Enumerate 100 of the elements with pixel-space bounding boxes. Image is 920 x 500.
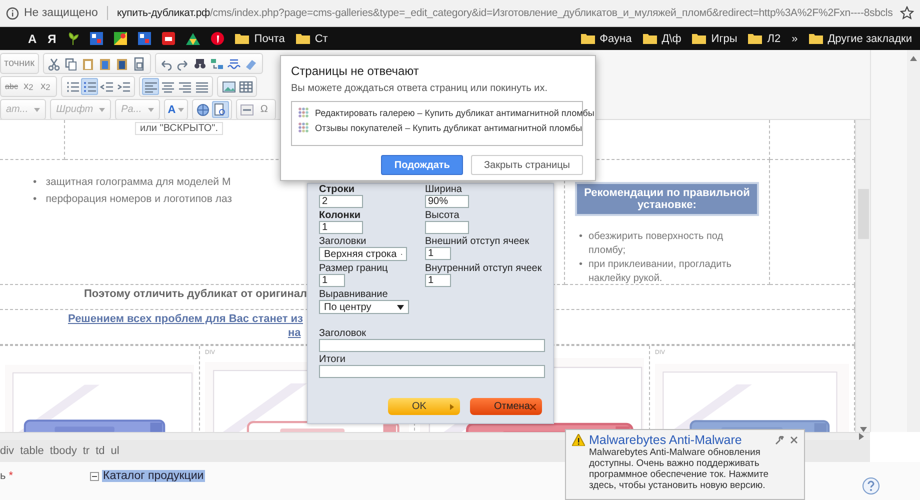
star-icon[interactable] — [900, 6, 914, 20]
more-bookmarks-button[interactable]: » — [792, 32, 798, 44]
field-label: Итоги — [319, 354, 346, 365]
justify-icon — [194, 80, 208, 94]
link[interactable]: Решением всех проблем для Вас станет из — [68, 312, 303, 326]
folder-icon — [748, 33, 762, 44]
help-icon[interactable] — [862, 477, 880, 495]
input-field[interactable] — [425, 221, 469, 234]
bookmark-folder[interactable]: Д\ф — [642, 32, 682, 44]
right-arrow-icon — [859, 433, 864, 440]
list-item: обезжирить поверхность под пломбу; — [588, 230, 724, 258]
field-label: ь — [0, 470, 6, 482]
binoculars-icon — [193, 56, 208, 70]
wave-icon — [227, 56, 242, 70]
text-color-button[interactable]: A — [166, 101, 185, 118]
close-icon — [530, 404, 536, 410]
input-field[interactable]: 1 — [319, 221, 363, 234]
folder-icon — [692, 33, 706, 44]
update-toast[interactable]: Malwarebytes Anti-Malware Malwarebytes Anti-Malware обновления доступны. Очень важно поддерживать программное обеспечение ток. Нажмите здесь, чтобы установить новую версию. — [565, 429, 805, 500]
bullet-mark: • — [579, 258, 583, 272]
field-label: Заголовок — [319, 328, 368, 339]
dropdown[interactable]: По центру — [319, 300, 409, 314]
input-field[interactable] — [319, 365, 545, 378]
swap-icon — [210, 56, 224, 70]
input-field[interactable]: 1 — [425, 274, 451, 287]
path-item[interactable]: td — [96, 445, 105, 457]
bullet-mark: • — [33, 175, 37, 190]
path-item[interactable]: tbody — [50, 445, 77, 457]
ok-button[interactable]: OK — [388, 398, 460, 415]
security-label[interactable]: Не защищено — [24, 7, 98, 19]
bookmark-link[interactable]: Я — [48, 32, 56, 46]
scrollbar[interactable] — [907, 50, 920, 432]
pin-icon[interactable] — [211, 32, 224, 45]
scrollbar[interactable] — [855, 120, 870, 432]
paragraph-text: или "ВСКРЫТО". — [135, 122, 224, 135]
down-arrow-icon — [860, 427, 866, 432]
table-icon — [238, 80, 252, 94]
address-field[interactable]: купить-дубликат.рф/cms/index.php?page=cms-galleries&type=_edit_category&id=Изготовление_дубликатов_и_муляжей_пломб&redirect=http%3A%2F%2Fxn----8sbcls — [116, 7, 895, 19]
tile-icon[interactable] — [138, 32, 152, 45]
page-title: Отзывы покупателей – Купить дубликат антимагнитной пломбы — [315, 122, 582, 132]
collapse-icon[interactable] — [90, 472, 99, 480]
input-field[interactable]: 2 — [319, 195, 363, 208]
align-left-icon — [144, 80, 158, 94]
path-item[interactable]: ul — [110, 445, 120, 457]
notification-text[interactable]: Malwarebytes Anti-Malware обновления доступны. Очень важно поддерживать программное обеспечение ток. Нажмите здесь, чтобы установить новую версию. — [589, 447, 798, 491]
bookmark-link[interactable]: A — [28, 32, 37, 46]
bullet-list-button[interactable] — [81, 78, 98, 95]
leaf-icon[interactable] — [67, 32, 80, 46]
field-label: Колонки — [319, 210, 360, 221]
bookmark-folder[interactable]: Почта — [235, 32, 285, 44]
dropdown[interactable]: Верхняя строка — [319, 247, 407, 261]
path-item[interactable]: table — [20, 445, 44, 457]
map-icon[interactable] — [114, 32, 128, 45]
bookmark-folder[interactable]: Игры — [692, 32, 738, 44]
info-icon — [6, 6, 19, 20]
list-item: защитная голограмма для моделей М — [46, 175, 231, 190]
page-icon — [213, 102, 228, 116]
field-label: Высота — [425, 210, 460, 221]
close-pages-button[interactable]: Закрыть страницы — [470, 155, 583, 175]
clipboard-icon — [98, 56, 112, 70]
bookmark-folder[interactable]: Фауна — [580, 32, 632, 44]
align-left-button[interactable] — [142, 78, 159, 95]
outdent-icon — [100, 80, 114, 94]
image-icon — [222, 80, 236, 94]
link[interactable]: на — [288, 326, 301, 340]
scissors-icon — [47, 56, 62, 70]
input-field[interactable]: 90% — [425, 195, 469, 208]
list-item: перфорация номеров и логотипов лаз — [46, 192, 232, 207]
tile-icon[interactable] — [90, 32, 104, 45]
wrench-icon[interactable] — [775, 436, 784, 444]
input-field[interactable] — [319, 339, 545, 352]
clipboard-icon — [115, 56, 130, 70]
list-item: при приклеивании, прогладить наклейку рукой. — [588, 258, 732, 286]
bullet-mark: • — [579, 230, 583, 244]
input-field[interactable]: 1 — [425, 247, 451, 260]
numbered-list-icon — [66, 80, 80, 94]
bullet-list-icon — [82, 80, 96, 94]
bookmark-folder[interactable]: Л2 — [748, 32, 781, 44]
dialog-title: Страницы не отвечают — [291, 64, 420, 78]
tree-item[interactable]: Каталог продукции — [102, 470, 205, 482]
bookmark-folder[interactable]: Другие закладки — [808, 32, 912, 44]
arrow-icon — [450, 404, 454, 410]
sphere-icon — [196, 102, 210, 116]
page-button[interactable] — [212, 101, 229, 118]
indent-icon — [116, 80, 130, 94]
dots-icon — [298, 107, 309, 118]
document-icon[interactable] — [162, 32, 176, 45]
cancel-button[interactable]: Отмена — [470, 398, 542, 415]
triangle-icon[interactable] — [186, 32, 200, 44]
dialog-message: Вы можете дождаться ответа страниц или покинуть их. — [291, 83, 548, 94]
path-item[interactable]: tr — [82, 445, 90, 457]
paragraph-text: Поэтому отличить дубликат от оригинал — [84, 288, 307, 300]
close-icon[interactable] — [790, 436, 798, 444]
field-label: Размер границ — [319, 263, 388, 274]
sphere-button[interactable] — [194, 101, 212, 118]
field-label: Выравнивание — [319, 289, 388, 300]
path-item[interactable]: div — [0, 445, 14, 457]
field-label: Внутренний отступ ячеек — [425, 263, 542, 274]
bookmark-folder[interactable]: Ст — [296, 32, 328, 44]
input-field[interactable]: 1 — [319, 274, 345, 287]
